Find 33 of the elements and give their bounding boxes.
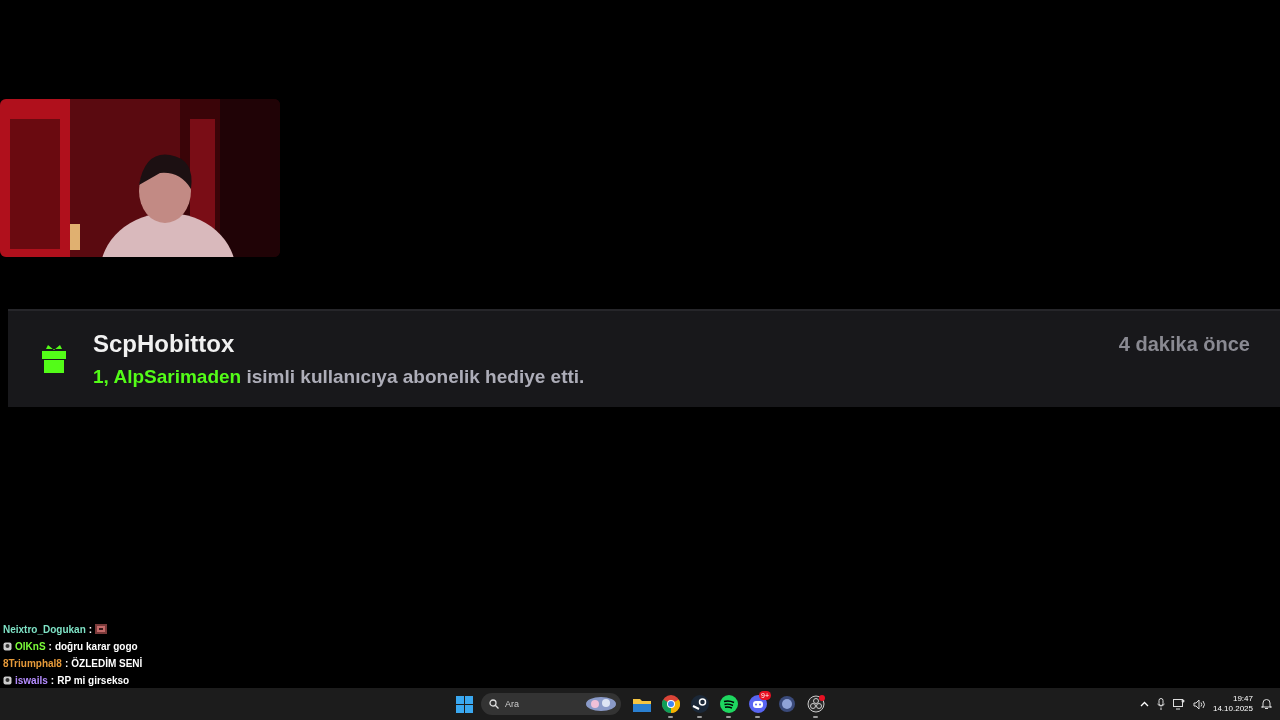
gift-icon <box>40 343 68 373</box>
recorder-icon[interactable] <box>806 695 825 713</box>
start-icon[interactable] <box>456 695 473 713</box>
search-icon <box>489 699 499 709</box>
gift-message: 1, AlpSarimaden isimli kullanıcıya abonelik hediye etti. <box>93 366 586 388</box>
separator: : <box>50 674 55 686</box>
notification-icon[interactable] <box>1261 698 1272 710</box>
chat-message: RP mi girsekso <box>57 674 130 686</box>
username: OlKnS <box>15 640 46 652</box>
separator: : <box>48 640 52 652</box>
username: 8Triumphal8 <box>3 657 62 669</box>
username: iswails <box>15 674 48 686</box>
username: Neixtro_Dogukan <box>3 623 86 635</box>
volume-icon[interactable] <box>1192 698 1205 710</box>
clock-time[interactable]: 19:47 <box>1232 694 1253 704</box>
search-highlight-icon <box>586 697 616 711</box>
clock-date[interactable]: 14.10.2025 <box>1212 704 1253 714</box>
browser-icon[interactable] <box>661 695 680 713</box>
orb-icon[interactable] <box>778 696 795 712</box>
folder-icon[interactable] <box>632 696 651 712</box>
microphone-icon[interactable] <box>1156 698 1165 710</box>
network-icon[interactable] <box>1172 698 1185 710</box>
separator: : <box>64 657 69 669</box>
timestamp: 4 dakika önce <box>1118 333 1250 356</box>
separator: : <box>88 623 93 635</box>
sender-name: ScpHobittox <box>93 330 236 358</box>
emote-icon <box>95 624 108 634</box>
chat-message: ÖZLEDİM SENİ <box>71 657 143 669</box>
music-app-icon[interactable] <box>719 695 738 713</box>
chat-app-icon[interactable] <box>748 695 767 713</box>
chevron-up-icon[interactable] <box>1139 701 1149 707</box>
chat-message: doğru karar gogo <box>54 640 138 652</box>
steam-icon[interactable] <box>690 695 709 713</box>
